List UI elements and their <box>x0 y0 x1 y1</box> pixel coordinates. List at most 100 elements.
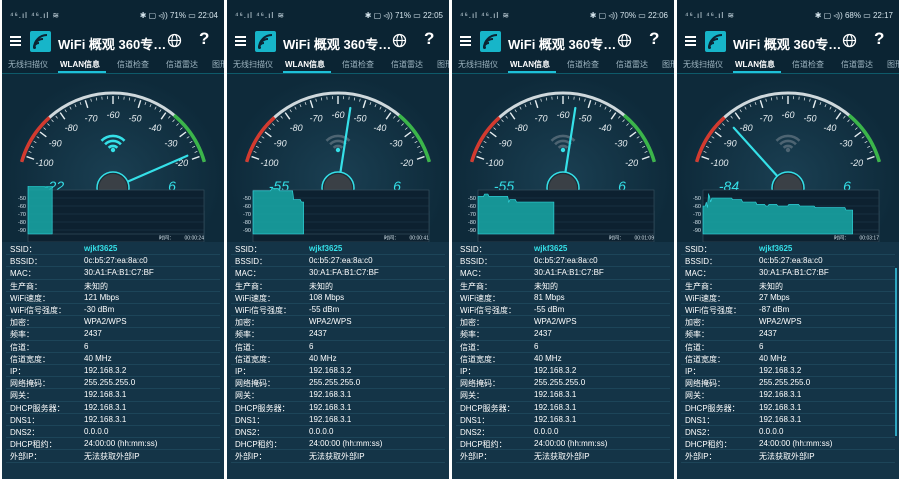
gauge-tick <box>478 150 482 153</box>
tab-wlan-info[interactable]: WLAN信息 <box>510 59 550 70</box>
gauge-tick <box>309 100 314 109</box>
tab-graph[interactable]: 图形 <box>437 59 449 70</box>
gauge-tick-label: -90 <box>274 139 287 149</box>
tab-channel-check[interactable]: 信道检查 <box>342 59 374 70</box>
info-value-bssid: 0c:b5:27:ea:8a:c0 <box>309 256 373 266</box>
language-globe-icon[interactable] <box>617 33 632 48</box>
gauge-tick <box>255 145 259 148</box>
menu-icon[interactable] <box>685 36 696 46</box>
info-row-dhcp-server: DHCP服务器： 192.168.3.1 <box>677 402 899 414</box>
gauge-tick <box>519 106 522 110</box>
gauge-tick <box>534 100 539 109</box>
gauge-tick <box>604 106 607 110</box>
tab-wireless-scanner[interactable]: 无线扫描仪 <box>683 59 723 70</box>
info-value-netmask: 255.255.255.0 <box>309 378 361 388</box>
gauge-tick-label: -30 <box>839 139 852 149</box>
gauge-tick <box>480 145 484 148</box>
menu-icon[interactable] <box>10 36 21 46</box>
gauge-tick <box>843 115 846 119</box>
gauge-tick <box>759 100 764 109</box>
info-value-dns1: 192.168.3.1 <box>309 414 352 424</box>
gauge-tick <box>137 100 142 109</box>
wifi-signal-arc <box>554 139 572 146</box>
tab-wlan-info[interactable]: WLAN信息 <box>285 59 325 70</box>
gauge-tick <box>734 112 741 120</box>
language-globe-icon[interactable] <box>842 33 857 48</box>
wifi-signal-arc <box>107 144 119 149</box>
info-value-frequency: 2437 <box>84 329 102 339</box>
info-row-mac: MAC： 30:A1:FA:B1:C7:BF <box>227 267 449 280</box>
gauge-tick-label: -20 <box>850 158 863 168</box>
menu-icon[interactable] <box>235 36 246 46</box>
gauge-tick <box>584 98 586 102</box>
gauge-tick <box>819 101 822 106</box>
gauge-tick <box>55 115 58 119</box>
info-row-wifi-speed: WiFi速度： 121 Mbps <box>2 292 224 304</box>
gauge-tick <box>280 115 283 119</box>
wifi-signal-arc <box>104 139 122 146</box>
gauge-tick <box>411 136 415 139</box>
gauge-tick <box>384 109 387 113</box>
info-row-vendor: 生产商： 未知的 <box>677 280 899 292</box>
gauge-tick <box>401 123 404 126</box>
info-value-mac: 30:A1:FA:B1:C7:BF <box>759 268 829 278</box>
info-row-channel: 信道： 6 <box>677 341 899 353</box>
status-signal-indicators: ⁴⁶.ıl ⁴⁶.ıl ≋ <box>235 11 286 20</box>
gauge-tick <box>359 98 361 102</box>
help-icon[interactable]: ? <box>874 29 884 49</box>
phone-screen: ⁴⁶.ıl ⁴⁶.ıl ≋ ✱ ▢ ◃)) 71% ▭ 22:04 WiFi 概观 … <box>2 0 224 479</box>
help-icon[interactable]: ? <box>649 29 659 49</box>
language-globe-icon[interactable] <box>392 33 407 48</box>
tab-wireless-scanner[interactable]: 无线扫描仪 <box>458 59 498 70</box>
tab-graph[interactable]: 图形 <box>662 59 674 70</box>
gauge-tick-label: -100 <box>710 158 728 168</box>
wifi-signal-arc <box>329 139 347 146</box>
info-row-frequency: 频率： 2437 <box>227 328 449 341</box>
chart-plot-area <box>27 189 205 235</box>
tab-channel-radar[interactable]: 信道雷达 <box>616 59 648 70</box>
info-value-dhcp-server: 192.168.3.1 <box>759 402 802 412</box>
gauge-tick <box>159 109 162 113</box>
gauge-tick <box>160 112 167 120</box>
tab-channel-radar[interactable]: 信道雷达 <box>841 59 873 70</box>
gauge-arc-red <box>469 116 501 163</box>
gauge-tick <box>179 127 183 130</box>
info-row-bssid: BSSID： 0c:b5:27:ea:8a:c0 <box>452 255 674 268</box>
gauge-tick-label: -40 <box>148 123 161 133</box>
tab-graph[interactable]: 图形 <box>887 59 899 70</box>
tab-wireless-scanner[interactable]: 无线扫描仪 <box>8 59 48 70</box>
gauge-tick <box>718 127 722 130</box>
help-icon[interactable]: ? <box>424 29 434 49</box>
tab-channel-check[interactable]: 信道检查 <box>567 59 599 70</box>
help-icon[interactable]: ? <box>199 29 209 49</box>
gauge-tick <box>393 115 396 119</box>
gauge-tick-label: -80 <box>515 123 528 133</box>
tab-channel-radar[interactable]: 信道雷达 <box>166 59 198 70</box>
info-row-frequency: 频率： 2437 <box>2 328 224 341</box>
info-row-vendor: 生产商： 未知的 <box>227 280 449 292</box>
info-row-signal-strength: WiFi信号强度： -87 dBm <box>677 304 899 317</box>
chart-time-label: 时间： <box>609 235 624 242</box>
gauge-tick-label: -40 <box>373 123 386 133</box>
info-row-external-ip: 外部IP： 无法获取外部IP <box>227 450 449 463</box>
tab-wireless-scanner[interactable]: 无线扫描仪 <box>233 59 273 70</box>
scrollbar[interactable] <box>895 268 897 436</box>
tab-channel-radar[interactable]: 信道雷达 <box>391 59 423 70</box>
info-value-netmask: 255.255.255.0 <box>84 378 136 388</box>
gauge-tick <box>629 131 637 138</box>
wifi-signal-dot <box>785 147 791 153</box>
language-globe-icon[interactable] <box>167 33 182 48</box>
wifi-signal-dot <box>560 147 566 153</box>
gauge-tick-label: -50 <box>353 113 366 123</box>
gauge-tick <box>594 101 597 106</box>
tab-channel-check[interactable]: 信道检查 <box>117 59 149 70</box>
tab-wlan-info[interactable]: WLAN信息 <box>735 59 775 70</box>
tab-graph[interactable]: 图形 <box>212 59 224 70</box>
tab-channel-check[interactable]: 信道检查 <box>792 59 824 70</box>
status-battery-time: ✱ ▢ ◃)) 68% ▭ 22:17 <box>814 11 893 20</box>
gauge-tick <box>812 100 817 109</box>
tab-wlan-info[interactable]: WLAN信息 <box>60 59 100 70</box>
info-row-dns1: DNS1： 192.168.3.1 <box>677 414 899 426</box>
info-value-encryption: WPA2/WPS <box>759 317 802 327</box>
menu-icon[interactable] <box>460 36 471 46</box>
